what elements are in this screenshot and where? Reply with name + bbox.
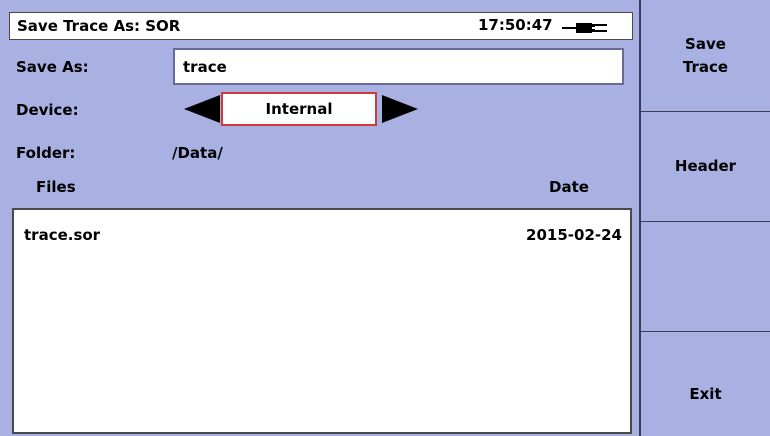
files-column-header: Files xyxy=(36,178,76,196)
window-title: Save Trace As: SOR xyxy=(17,17,181,35)
device-selector[interactable]: Internal xyxy=(221,92,377,126)
file-list[interactable]: trace.sor 2015-02-24 xyxy=(12,208,632,434)
ac-power-plug-icon xyxy=(562,23,607,33)
list-item[interactable]: trace.sor 2015-02-24 xyxy=(24,226,622,248)
save-as-label: Save As: xyxy=(16,58,89,76)
file-name: trace.sor xyxy=(24,226,101,244)
title-bar: Save Trace As: SOR 17:50:47 xyxy=(9,12,633,40)
header-button-label: Header xyxy=(674,157,737,175)
device-label: Device: xyxy=(16,101,79,119)
device-next-arrow-icon[interactable] xyxy=(380,95,420,123)
clock: 17:50:47 xyxy=(478,16,553,34)
exit-button-label: Exit xyxy=(689,384,722,403)
save-trace-label-line1: Save xyxy=(685,34,726,53)
folder-label: Folder: xyxy=(16,144,76,162)
save-trace-label-line2: Trace xyxy=(682,57,729,76)
folder-path: /Data/ xyxy=(172,144,223,162)
header-button[interactable]: Header xyxy=(641,112,770,222)
main-panel: Save Trace As: SOR 17:50:47 Save As: tra… xyxy=(0,0,639,436)
date-column-header: Date xyxy=(549,178,589,196)
softkey-panel: Save Trace Header Exit xyxy=(639,0,770,436)
save-trace-button[interactable]: Save Trace xyxy=(641,0,770,112)
exit-button[interactable]: Exit xyxy=(641,332,770,436)
save-as-input[interactable]: trace xyxy=(173,48,624,85)
file-date: 2015-02-24 xyxy=(526,226,622,244)
device-prev-arrow-icon[interactable] xyxy=(182,95,222,123)
blank-softkey[interactable] xyxy=(641,222,770,332)
